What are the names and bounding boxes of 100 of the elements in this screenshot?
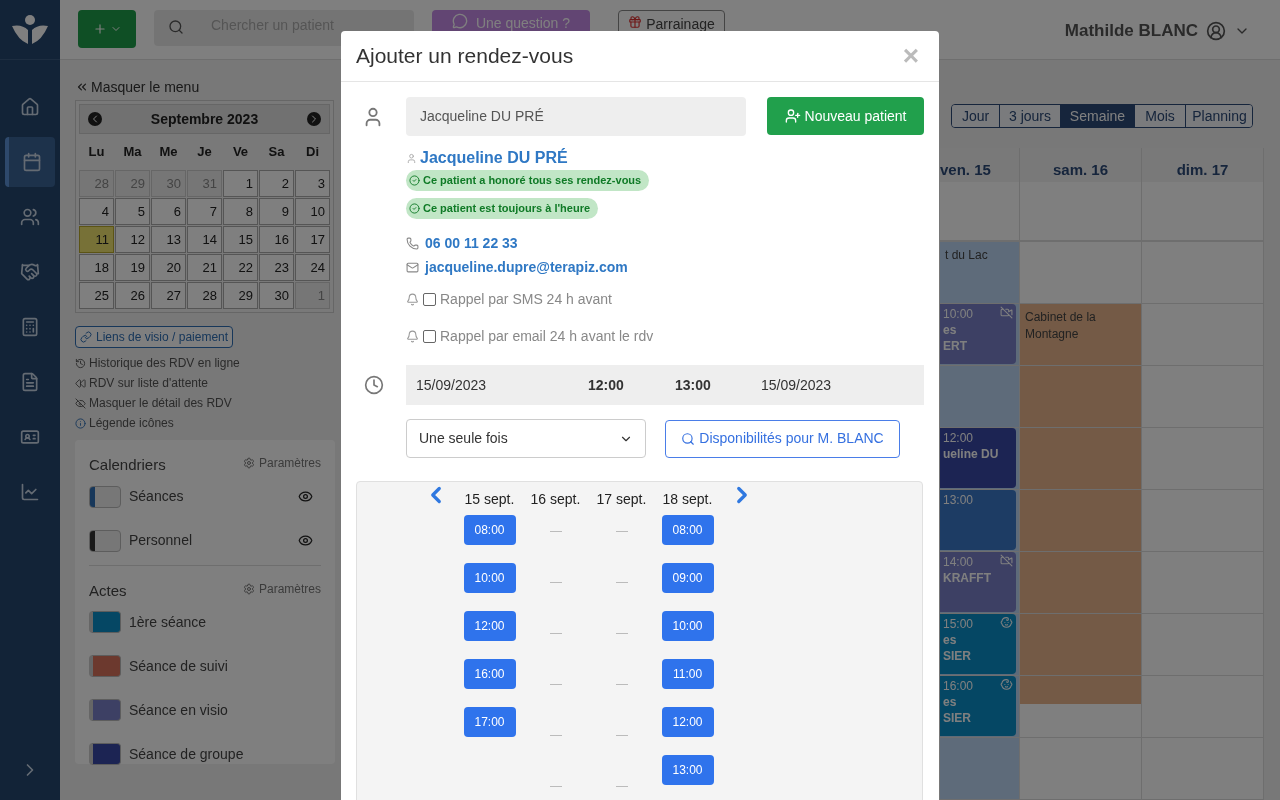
repeat-select[interactable]: Une seule fois [406,419,646,458]
day-cell[interactable]: 15 [223,226,258,253]
view-tab[interactable]: 3 jours [1000,105,1061,127]
patient-email[interactable]: jacqueline.dupre@terapiz.com [425,257,628,278]
user-icon[interactable] [1206,20,1226,41]
sidebar-link[interactable]: Légende icônes [75,414,174,432]
view-tab[interactable]: Jour [952,105,1000,127]
search-icon [168,19,184,35]
weekday-label: Di [305,143,320,161]
day-cell[interactable]: 2 [259,170,294,197]
child-icon [1000,616,1013,629]
day-cell[interactable]: 21 [187,254,222,281]
reminder-label: Rappel par SMS 24 h avant [440,289,612,309]
patient-field[interactable]: Jacqueline DU PRÉ [406,97,746,136]
id-card-icon [20,427,40,447]
view-tab[interactable]: Semaine [1061,105,1135,127]
appointment-card[interactable]: 16:00 es SIER [940,676,1016,736]
eye-icon[interactable] [298,533,313,548]
availability-day: 15 sept. [464,489,515,509]
day-cell[interactable]: 4 [79,198,114,225]
day-cell[interactable]: 7 [187,198,222,225]
appointment-time: 13:00 [943,492,975,508]
availability-button[interactable]: Disponibilités pour M. BLANC [665,419,900,458]
time-slot-button[interactable]: 13:00 [661,755,714,785]
time-slot-button[interactable]: 11:00 [661,659,714,689]
reminder-checkbox[interactable] [423,292,436,306]
start-date[interactable]: 15/09/2023 [416,374,588,396]
end-time[interactable]: 13:00 [675,374,761,396]
appointment-card[interactable]: 12:00 ueline DU [940,428,1016,488]
settings-link[interactable]: Paramètres [242,454,321,472]
time-slot-button[interactable]: 08:00 [463,515,516,545]
day-cell[interactable]: 24 [295,254,330,281]
day-cell[interactable]: 10 [295,198,330,225]
sidebar-link[interactable]: Masquer le détail des RDV [75,394,232,412]
time-slot-button[interactable]: 16:00 [463,659,516,689]
rewind-icon [75,377,86,389]
legend-label: 1ère séance [129,612,208,632]
weekday-label: Ma [122,143,143,161]
eye-icon[interactable] [298,489,313,504]
day-cell[interactable]: 11 [79,226,114,253]
appointment-card[interactable]: 15:00 es SIER [940,614,1016,674]
day-cell[interactable]: 26 [115,282,150,309]
weekday-label: Sa [267,143,286,161]
day-cell[interactable]: 17 [295,226,330,253]
time-slot-button[interactable]: 08:00 [661,515,714,545]
time-slot-button[interactable]: 10:00 [463,563,516,593]
bell-icon [406,292,419,306]
visio-links-button[interactable]: Liens de visio / paiement [75,326,234,348]
time-slot-button[interactable]: 10:00 [661,611,714,641]
day-cell[interactable]: 9 [259,198,294,225]
day-cell[interactable]: 8 [223,198,258,225]
day-cell[interactable]: 12 [115,226,150,253]
end-date[interactable]: 15/09/2023 [761,374,832,396]
day-cell[interactable]: 16 [259,226,294,253]
time-slot-button[interactable]: 12:00 [463,611,516,641]
reminder-checkbox[interactable] [423,329,436,343]
day-cell[interactable]: 23 [259,254,294,281]
patient-phone[interactable]: 06 00 11 22 33 [425,233,518,254]
day-cell[interactable]: 20 [151,254,186,281]
weekday-label: Je [196,143,213,161]
day-cell[interactable]: 27 [151,282,186,309]
legend-label: Séance de suivi [129,656,229,676]
appointment-card[interactable]: 13:00 [940,490,1016,550]
day-cell[interactable]: 22 [223,254,258,281]
no-slot-dash [549,531,562,532]
next-month-icon[interactable] [307,112,321,126]
day-cell[interactable]: 1 [223,170,258,197]
no-slot-dash [549,735,562,736]
view-tab[interactable]: Mois [1135,105,1186,127]
day-cell[interactable]: 19 [115,254,150,281]
time-slot-button[interactable]: 12:00 [661,707,714,737]
day-cell[interactable]: 14 [187,226,222,253]
day-cell[interactable]: 25 [79,282,114,309]
no-slot-dash [615,684,628,685]
hide-menu-link[interactable]: Masquer le menu [75,78,335,96]
day-cell[interactable]: 13 [151,226,186,253]
logo-icon [10,13,50,46]
day-cell[interactable]: 6 [151,198,186,225]
previous-month-icon[interactable] [88,112,102,126]
appointment-time: 16:00 [943,678,975,694]
day-cell[interactable]: 3 [295,170,330,197]
view-tab[interactable]: Planning [1186,105,1252,127]
appointment-card[interactable]: 14:00 KRAFFT [940,552,1016,612]
no-slot-dash [615,735,628,736]
info-icon [75,417,86,429]
day-cell[interactable]: 30 [259,282,294,309]
appointment-card[interactable]: 10:00 es ERT [940,304,1016,364]
sidebar-link[interactable]: RDV sur liste d'attente [75,374,208,392]
patient-name[interactable]: Jacqueline DU PRÉ [420,146,568,170]
day-cell[interactable]: 18 [79,254,114,281]
day-cell[interactable]: 28 [187,282,222,309]
day-cell[interactable]: 29 [223,282,258,309]
start-time[interactable]: 12:00 [588,374,675,396]
time-slot-button[interactable]: 09:00 [661,563,714,593]
nav-item[interactable] [5,137,55,187]
time-slot-button[interactable]: 17:00 [463,707,516,737]
day-cell[interactable]: 5 [115,198,150,225]
sidebar-link[interactable]: Historique des RDV en ligne [75,354,240,372]
settings-link[interactable]: Paramètres [242,579,321,598]
new-patient-button[interactable]: Nouveau patient [767,97,924,135]
